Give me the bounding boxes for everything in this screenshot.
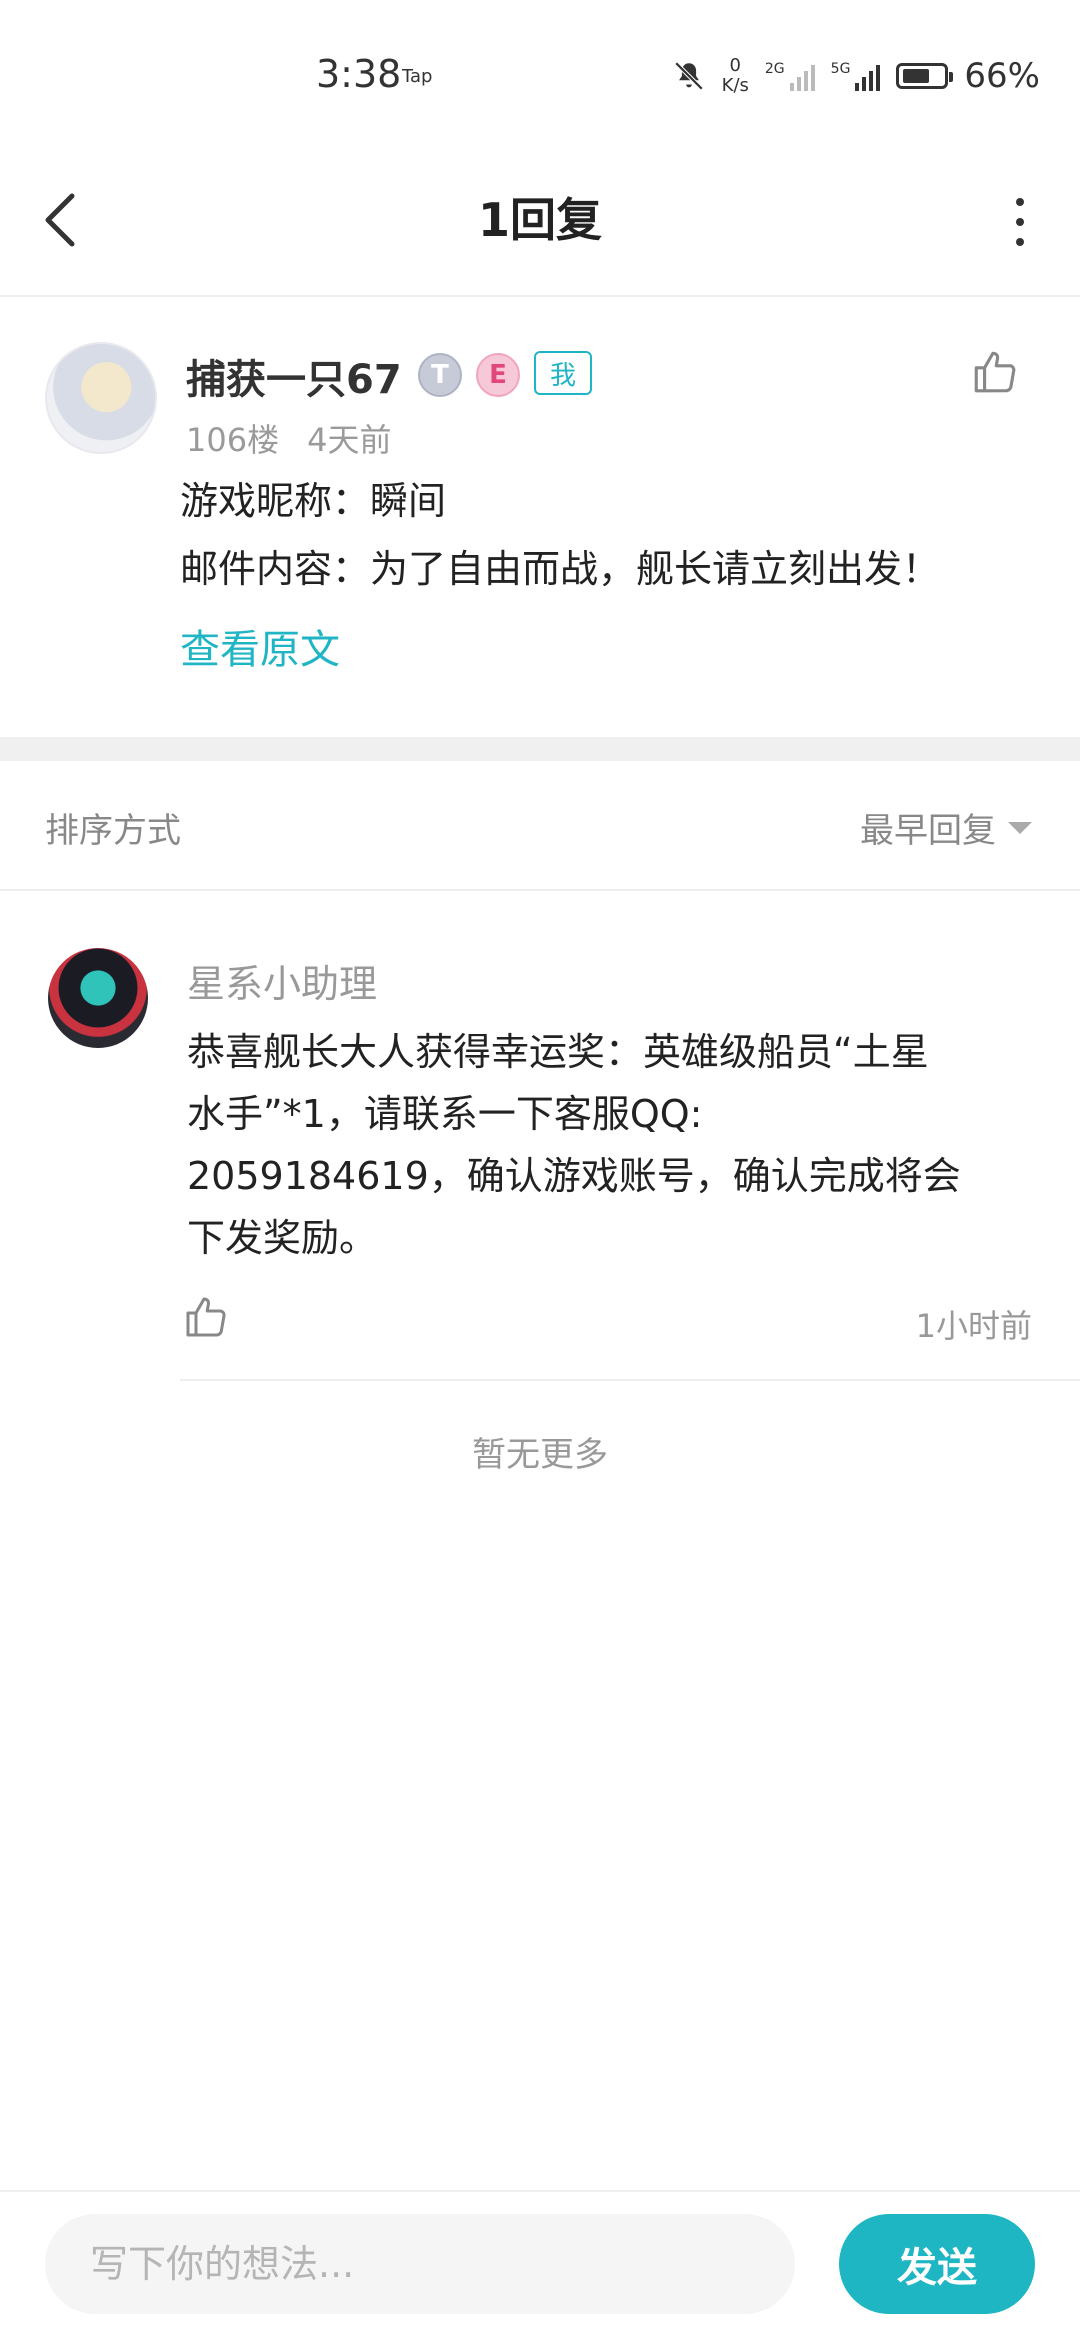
post-meta: 106楼 4天前 bbox=[186, 415, 391, 461]
divider bbox=[180, 1379, 1080, 1381]
status-bar: 3:38 Tap 0 K/s 2G 5G 66% bbox=[0, 0, 1080, 150]
reply-line: 恭喜舰长大人获得幸运奖：英雄级船员“土星 bbox=[187, 1030, 929, 1074]
more-button[interactable] bbox=[1000, 192, 1040, 252]
caret-down-icon bbox=[1008, 821, 1032, 834]
bell-off-icon bbox=[674, 61, 703, 91]
level-badge-icon: T bbox=[418, 353, 462, 397]
original-post: 捕获一只67 T E 我 106楼 4天前 游戏昵称：瞬间 邮件内容：为了自由而战… bbox=[0, 297, 1080, 737]
send-button[interactable]: 发送 bbox=[839, 2214, 1035, 2314]
section-divider bbox=[0, 737, 1080, 761]
post-line: 游戏昵称：瞬间 bbox=[180, 479, 447, 523]
no-more-text: 暂无更多 bbox=[472, 1435, 608, 1475]
page-title: 1回复 bbox=[477, 193, 602, 247]
username[interactable]: 捕获一只67 bbox=[186, 347, 402, 405]
status-icons: 0 K/s 2G 5G 66% bbox=[672, 56, 1040, 96]
post-time: 4天前 bbox=[307, 421, 392, 459]
reply-item: 星系小助理 恭喜舰长大人获得幸运奖：英雄级船员“土星 水手”*1，请联系一下客服… bbox=[0, 891, 1080, 1381]
post-content: 游戏昵称：瞬间 邮件内容：为了自由而战，舰长请立刻出发！ bbox=[180, 467, 940, 603]
reply-line: 2059184619，确认游戏账号，确认完成将会 bbox=[187, 1154, 961, 1198]
net-speed: 0 K/s bbox=[721, 55, 749, 96]
floor-number: 106楼 bbox=[186, 421, 280, 459]
sort-dropdown[interactable]: 最早回复 bbox=[860, 803, 1032, 852]
view-original-link[interactable]: 查看原文 bbox=[180, 617, 340, 675]
nav-bar: 1回复 bbox=[0, 150, 1080, 297]
me-badge: 我 bbox=[534, 351, 592, 395]
reply-line: 水手”*1，请联系一下客服QQ: bbox=[187, 1092, 703, 1136]
reply-line: 下发奖励。 bbox=[187, 1216, 378, 1260]
battery-icon bbox=[896, 63, 954, 89]
medal-badge-icon: E bbox=[476, 353, 520, 397]
comment-input[interactable] bbox=[45, 2214, 795, 2314]
more-vertical-icon bbox=[1016, 198, 1024, 206]
thumbs-up-icon[interactable] bbox=[970, 347, 1020, 397]
signal-icon: 2G bbox=[765, 61, 815, 91]
sort-value: 最早回复 bbox=[860, 811, 996, 851]
reply-username[interactable]: 星系小助理 bbox=[187, 953, 377, 1008]
thumbs-up-icon[interactable] bbox=[182, 1293, 230, 1341]
avatar[interactable] bbox=[45, 342, 157, 454]
comment-composer: 发送 bbox=[0, 2190, 1080, 2340]
sort-bar: 排序方式 最早回复 bbox=[0, 761, 1080, 891]
reply-time: 1小时前 bbox=[915, 1307, 1032, 1345]
avatar[interactable] bbox=[48, 948, 148, 1048]
reply-content: 恭喜舰长大人获得幸运奖：英雄级船员“土星 水手”*1，请联系一下客服QQ: 20… bbox=[187, 1021, 1027, 1269]
battery-percent: 66% bbox=[964, 56, 1040, 96]
signal-icon: 5G bbox=[831, 61, 881, 91]
post-line: 邮件内容：为了自由而战，舰长请立刻出发！ bbox=[180, 547, 941, 591]
sort-label: 排序方式 bbox=[45, 811, 181, 851]
status-time: 3:38 bbox=[316, 52, 402, 96]
status-carrier-tag: Tap bbox=[402, 66, 433, 87]
